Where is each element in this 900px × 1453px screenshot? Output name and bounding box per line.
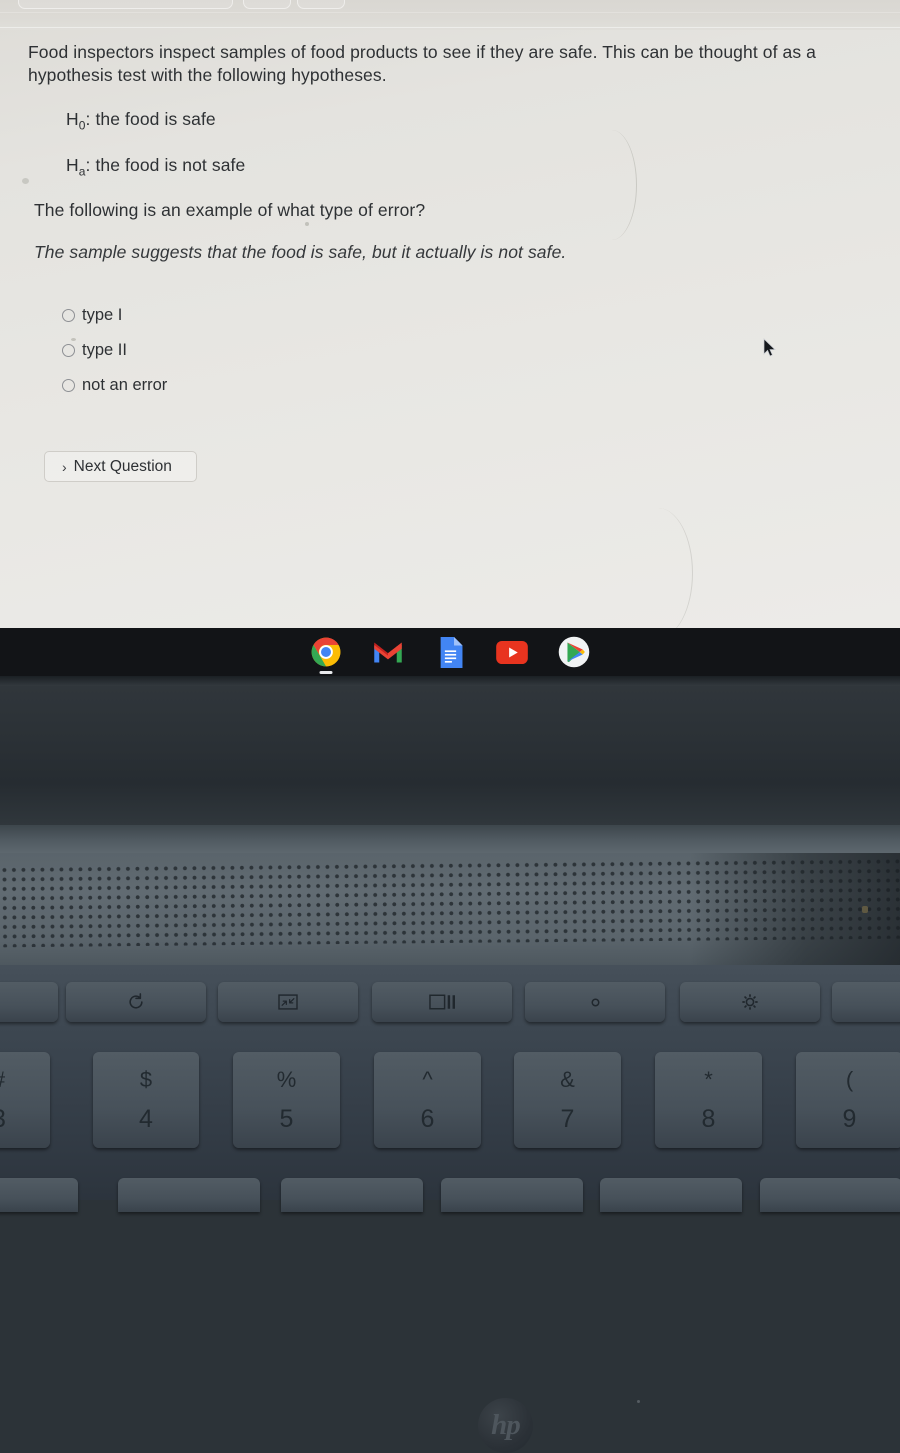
brightness-high-icon xyxy=(742,994,758,1010)
screen-smudge xyxy=(22,178,29,184)
speaker-grille xyxy=(0,853,900,965)
key-7[interactable]: & 7 xyxy=(514,1052,621,1148)
laptop-deck-top-edge xyxy=(0,825,900,853)
key-fkey-reload[interactable] xyxy=(66,982,206,1022)
laptop-hinge-area: hp xyxy=(0,686,900,1453)
google-docs-icon xyxy=(440,636,462,668)
key-fkey-brightness-up[interactable] xyxy=(680,982,820,1022)
scenario-statement: The sample suggests that the food is saf… xyxy=(34,242,567,262)
key-row3-partial-1[interactable] xyxy=(0,1178,78,1212)
chevron-right-icon: › xyxy=(62,458,67,475)
alt-hypothesis-symbol: H xyxy=(66,155,79,175)
key-fkey-fullscreen[interactable] xyxy=(218,982,358,1022)
play-store-icon xyxy=(558,636,590,668)
speaker-grille-shadow xyxy=(690,853,900,965)
chrome-icon xyxy=(311,637,341,667)
browser-tab-1[interactable] xyxy=(18,0,233,9)
screen-smudge xyxy=(305,222,309,226)
youtube-icon xyxy=(496,640,528,664)
key-row3-partial-2[interactable] xyxy=(118,1178,260,1212)
shelf-item-youtube[interactable] xyxy=(493,633,531,671)
hp-logo: hp xyxy=(478,1398,533,1453)
question-text: The following is an example of what type… xyxy=(34,200,426,220)
radio-button-icon[interactable] xyxy=(62,309,75,322)
option-type-ii[interactable]: type II xyxy=(62,333,167,368)
alternative-hypothesis: Ha: the food is not safe xyxy=(66,154,245,180)
overview-icon xyxy=(429,994,455,1010)
screen-smudge xyxy=(595,130,637,240)
answer-options-group: type I type II not an error xyxy=(62,298,167,403)
browser-tab-2[interactable] xyxy=(243,0,291,9)
key-row3-partial-3[interactable] xyxy=(281,1178,423,1212)
key-shift-label: % xyxy=(276,1066,297,1092)
hinge-speck xyxy=(637,1400,640,1403)
gmail-icon xyxy=(374,642,402,662)
brightness-low-icon xyxy=(591,998,599,1006)
key-digit-label: 6 xyxy=(420,1104,435,1133)
null-hypothesis-text: : the food is safe xyxy=(85,109,216,129)
chrome-divider-upper xyxy=(0,12,900,13)
option-type-i[interactable]: type I xyxy=(62,298,167,333)
reload-icon xyxy=(129,993,143,1009)
quiz-page: Food inspectors inspect samples of food … xyxy=(0,30,900,628)
browser-chrome-strip xyxy=(0,0,900,30)
key-8[interactable]: * 8 xyxy=(655,1052,762,1148)
screen-smudge xyxy=(635,508,693,628)
key-fkey-partial-right[interactable] xyxy=(832,982,900,1022)
chromeos-shelf xyxy=(0,628,900,676)
mouse-cursor xyxy=(763,338,776,357)
next-question-label: Next Question xyxy=(73,457,172,475)
key-shift-label: ^ xyxy=(422,1066,433,1092)
laptop-screen: Food inspectors inspect samples of food … xyxy=(0,0,900,628)
null-hypothesis-subscript: 0 xyxy=(78,118,86,133)
shelf-item-play-store[interactable] xyxy=(555,633,593,671)
key-9[interactable]: ( 9 xyxy=(796,1052,900,1148)
key-4[interactable]: $ 4 xyxy=(93,1052,199,1148)
key-shift-label: & xyxy=(560,1066,575,1092)
browser-tab-3[interactable] xyxy=(297,0,345,9)
key-digit-label: 8 xyxy=(701,1104,716,1133)
key-digit-label: 4 xyxy=(139,1104,153,1133)
key-fkey-partial-left[interactable] xyxy=(0,982,58,1022)
shelf-active-indicator xyxy=(319,671,333,674)
null-hypothesis: H0: the food is safe xyxy=(66,108,216,134)
key-fkey-overview[interactable] xyxy=(372,982,512,1022)
alt-hypothesis-text: : the food is not safe xyxy=(85,155,246,175)
key-shift-label: $ xyxy=(139,1066,153,1092)
key-3[interactable]: # 3 xyxy=(0,1052,50,1148)
radio-button-icon[interactable] xyxy=(62,344,75,357)
key-row3-partial-6[interactable] xyxy=(760,1178,900,1212)
option-not-an-error[interactable]: not an error xyxy=(62,368,167,403)
key-fkey-brightness-down[interactable] xyxy=(525,982,665,1022)
shelf-item-gmail[interactable] xyxy=(369,633,407,671)
question-prompt: Food inspectors inspect samples of food … xyxy=(28,42,817,86)
grille-debris xyxy=(862,906,868,913)
key-shift-label: # xyxy=(0,1068,5,1091)
shelf-item-chrome[interactable] xyxy=(307,633,345,674)
fullscreen-icon xyxy=(278,994,298,1010)
chrome-divider xyxy=(0,27,900,28)
key-shift-label: * xyxy=(704,1066,713,1092)
key-digit-label: 7 xyxy=(560,1104,575,1133)
key-digit-label: 9 xyxy=(842,1104,857,1133)
radio-button-icon[interactable] xyxy=(62,379,75,392)
null-hypothesis-symbol: H xyxy=(66,109,79,129)
option-label: not an error xyxy=(82,376,168,394)
key-shift-label: ( xyxy=(845,1066,854,1092)
option-label: type II xyxy=(82,341,127,359)
key-6[interactable]: ^ 6 xyxy=(374,1052,481,1148)
key-row3-partial-5[interactable] xyxy=(600,1178,742,1212)
alt-hypothesis-subscript: a xyxy=(78,164,86,179)
key-digit-label: 3 xyxy=(0,1106,6,1132)
screen-bezel-bottom xyxy=(0,676,900,686)
key-digit-label: 5 xyxy=(279,1104,294,1133)
shelf-item-docs[interactable] xyxy=(431,633,469,671)
option-label: type I xyxy=(82,306,123,324)
key-row3-partial-4[interactable] xyxy=(441,1178,583,1212)
key-5[interactable]: % 5 xyxy=(233,1052,340,1148)
next-question-button[interactable]: › Next Question xyxy=(44,451,197,482)
